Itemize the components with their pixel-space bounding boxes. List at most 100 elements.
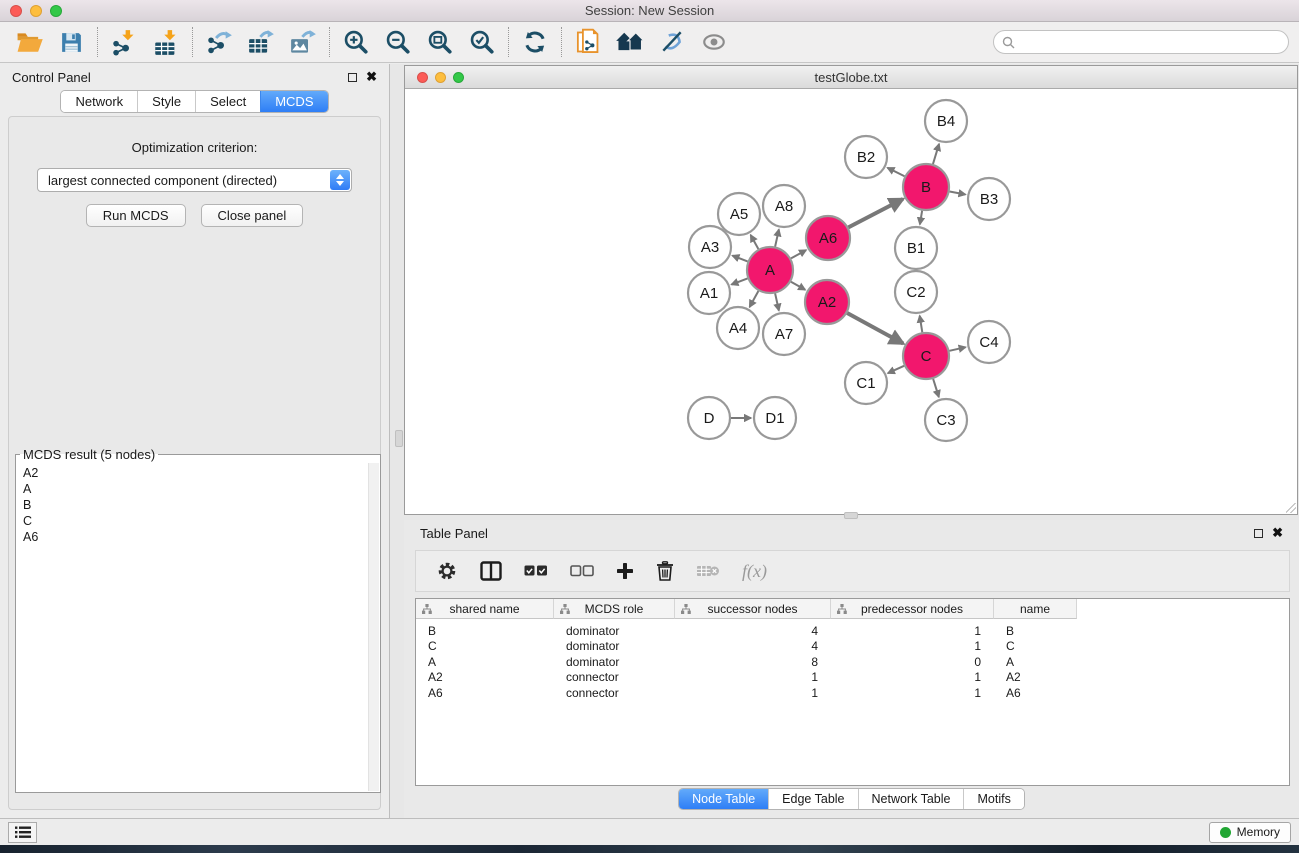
horizontal-splitter-handle[interactable]: [844, 512, 858, 519]
graph-node-C1[interactable]: C1: [845, 362, 887, 404]
graph-node-A1[interactable]: A1: [688, 272, 730, 314]
graph-node-B2[interactable]: B2: [845, 136, 887, 178]
memory-button[interactable]: Memory: [1209, 822, 1291, 843]
table-cell[interactable]: A: [416, 655, 554, 669]
table-cell[interactable]: A2: [416, 670, 554, 684]
tab-network-table[interactable]: Network Table: [858, 789, 964, 809]
graph-node-D[interactable]: D: [688, 397, 730, 439]
graph-edge-A2-C[interactable]: [847, 313, 903, 344]
close-panel-button[interactable]: Close panel: [201, 204, 304, 227]
table-cell[interactable]: C: [994, 639, 1077, 653]
tab-node-table[interactable]: Node Table: [679, 789, 768, 809]
table-cell[interactable]: A: [994, 655, 1077, 669]
graph-node-A2[interactable]: A2: [805, 280, 849, 324]
network-window-titlebar[interactable]: testGlobe.txt: [405, 66, 1297, 89]
table-cell[interactable]: B: [416, 624, 554, 638]
zoom-window-icon[interactable]: [50, 5, 62, 17]
export-network-button[interactable]: [198, 25, 240, 59]
graph-node-A6[interactable]: A6: [806, 216, 850, 260]
table-cell[interactable]: 0: [831, 655, 994, 669]
network-canvas[interactable]: AA1A2A3A4A5A6A7A8BB1B2B3B4CC1C2C3C4DD1: [405, 89, 1297, 514]
save-session-button[interactable]: [50, 25, 92, 59]
table-row[interactable]: Adominator80A: [416, 654, 1289, 670]
graph-edge-C-C1[interactable]: [888, 366, 904, 373]
graph-edge-A-A6[interactable]: [791, 250, 806, 258]
graph-node-A[interactable]: A: [747, 247, 793, 293]
graph-node-C2[interactable]: C2: [895, 271, 937, 313]
table-cell[interactable]: 1: [831, 686, 994, 700]
graph-node-A7[interactable]: A7: [763, 313, 805, 355]
graph-node-B[interactable]: B: [903, 164, 949, 210]
column-header-successor-nodes[interactable]: successor nodes: [675, 599, 831, 619]
node-table[interactable]: shared nameMCDS rolesuccessor nodesprede…: [415, 598, 1290, 786]
graph-node-C3[interactable]: C3: [925, 399, 967, 441]
table-cell[interactable]: 1: [675, 686, 831, 700]
network-minimize-icon[interactable]: [435, 72, 446, 83]
dropdown-stepper-icon[interactable]: [330, 170, 350, 190]
table-cell[interactable]: A6: [994, 686, 1077, 700]
graph-node-B4[interactable]: B4: [925, 100, 967, 142]
graph-node-B3[interactable]: B3: [968, 178, 1010, 220]
search-field[interactable]: [993, 30, 1289, 54]
import-network-button[interactable]: [103, 25, 145, 59]
graph-edge-A6-B[interactable]: [848, 199, 903, 227]
tab-style[interactable]: Style: [137, 91, 195, 112]
tab-mcds[interactable]: MCDS: [260, 91, 327, 112]
open-session-button[interactable]: [8, 25, 50, 59]
home-button[interactable]: [609, 25, 651, 59]
table-row[interactable]: A2connector11A2: [416, 670, 1289, 686]
table-row[interactable]: Bdominator41B: [416, 623, 1289, 639]
show-graphics-details-button[interactable]: [693, 25, 735, 59]
criterion-dropdown[interactable]: largest connected component (directed): [37, 168, 352, 192]
task-history-button[interactable]: [8, 822, 37, 843]
network-zoom-icon[interactable]: [453, 72, 464, 83]
graph-node-A5[interactable]: A5: [718, 193, 760, 235]
table-settings-button[interactable]: [436, 556, 458, 586]
graph-edge-C-C2[interactable]: [920, 316, 923, 333]
table-cell[interactable]: 1: [831, 670, 994, 684]
tab-select[interactable]: Select: [195, 91, 260, 112]
table-cell[interactable]: 1: [675, 670, 831, 684]
graph-edge-B-B2[interactable]: [887, 168, 904, 177]
split-view-button[interactable]: [480, 556, 502, 586]
zoom-out-button[interactable]: [377, 25, 419, 59]
vertical-splitter-handle[interactable]: [395, 430, 403, 447]
graph-edge-A-A2[interactable]: [791, 282, 805, 290]
table-cell[interactable]: 4: [675, 639, 831, 653]
graph-edge-A-A8[interactable]: [775, 229, 779, 246]
zoom-fit-button[interactable]: [419, 25, 461, 59]
graph-node-A4[interactable]: A4: [717, 307, 759, 349]
table-cell[interactable]: 1: [831, 639, 994, 653]
function-builder-button[interactable]: f(x): [742, 556, 767, 586]
table-cell[interactable]: 8: [675, 655, 831, 669]
graph-edge-A-A5[interactable]: [751, 235, 759, 249]
graph-edge-B-B4[interactable]: [933, 144, 939, 164]
graph-edge-A-A4[interactable]: [750, 291, 759, 307]
tab-edge-table[interactable]: Edge Table: [768, 789, 857, 809]
result-scrollbar[interactable]: [368, 463, 379, 791]
table-cell[interactable]: dominator: [554, 639, 675, 653]
window-resize-handle[interactable]: [1286, 503, 1296, 513]
add-column-button[interactable]: [616, 556, 634, 586]
graph-node-B1[interactable]: B1: [895, 227, 937, 269]
table-cell[interactable]: C: [416, 639, 554, 653]
graph-edge-B-B1[interactable]: [920, 211, 922, 225]
graph-node-A8[interactable]: A8: [763, 185, 805, 227]
import-table-button[interactable]: [145, 25, 187, 59]
table-cell[interactable]: connector: [554, 670, 675, 684]
graph-node-A3[interactable]: A3: [689, 226, 731, 268]
table-cell[interactable]: A6: [416, 686, 554, 700]
network-document-button[interactable]: [567, 25, 609, 59]
network-close-icon[interactable]: [417, 72, 428, 83]
delete-table-button[interactable]: [696, 556, 720, 586]
graph-edge-A-A7[interactable]: [775, 293, 779, 310]
search-input[interactable]: [1020, 35, 1280, 49]
graph-node-D1[interactable]: D1: [754, 397, 796, 439]
table-cell[interactable]: dominator: [554, 655, 675, 669]
float-panel-icon[interactable]: [348, 73, 357, 82]
graph-node-C[interactable]: C: [903, 333, 949, 379]
float-table-panel-icon[interactable]: [1254, 529, 1263, 538]
run-mcds-button[interactable]: Run MCDS: [86, 204, 186, 227]
refresh-button[interactable]: [514, 25, 556, 59]
tab-network[interactable]: Network: [61, 91, 137, 112]
